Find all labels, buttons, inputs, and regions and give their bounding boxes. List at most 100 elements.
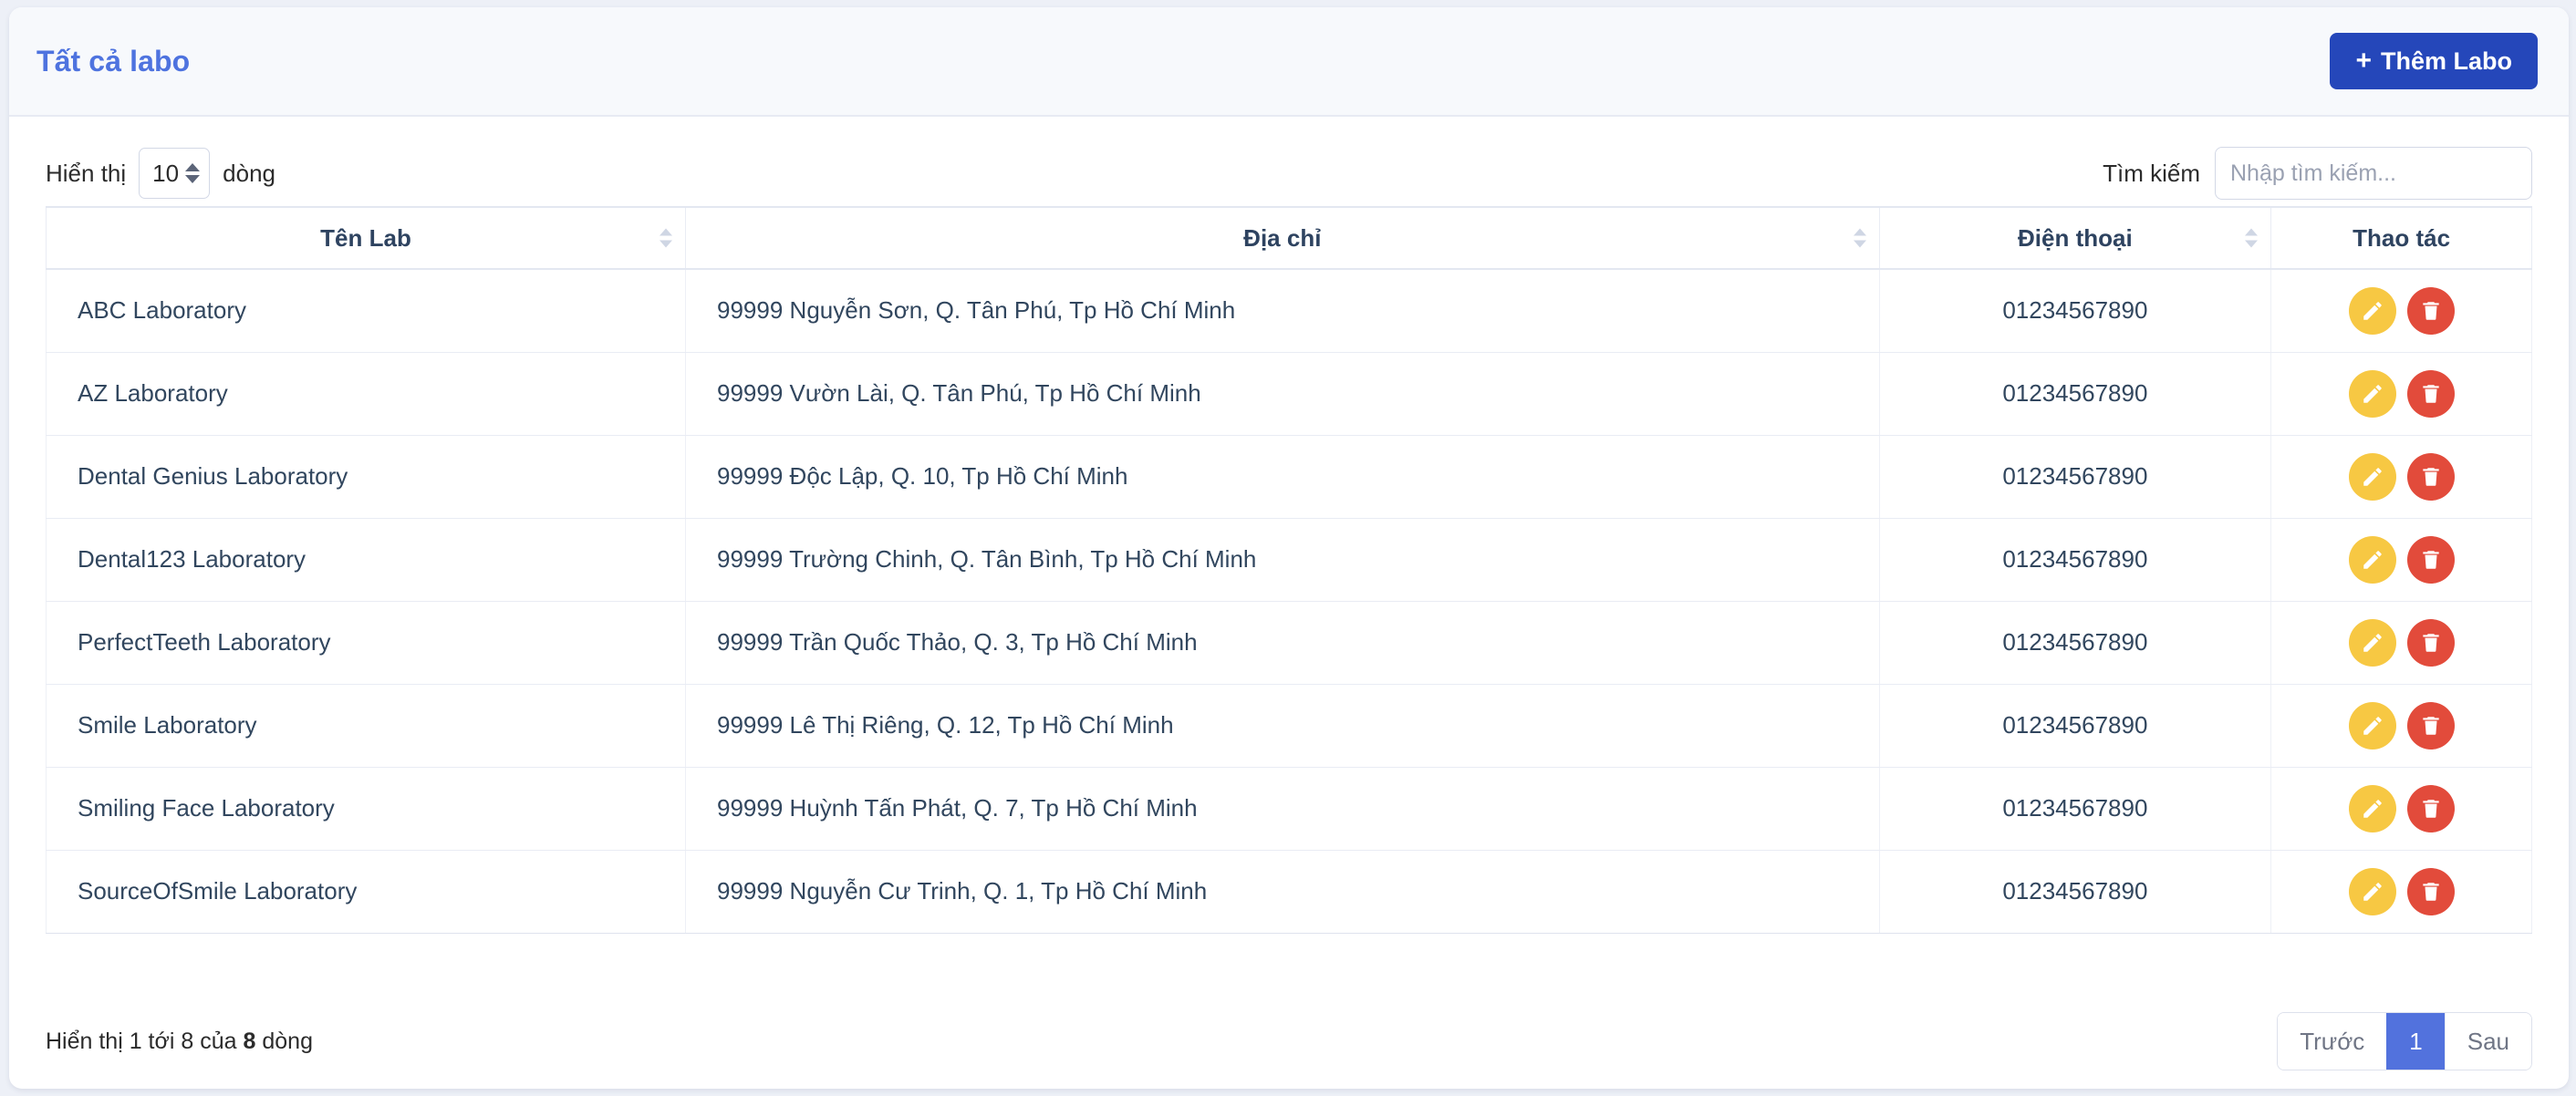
cell-address: 99999 Độc Lập, Q. 10, Tp Hồ Chí Minh [685,435,1880,519]
delete-row-button[interactable] [2406,867,2455,915]
card-body: Hiển thị 102550100 dòng Tìm kiếm [9,117,2569,994]
cell-actions [2270,435,2532,519]
cell-address: 99999 Trường Chinh, Q. Tân Bình, Tp Hồ C… [685,518,1880,602]
table-toolbar: Hiển thị 102550100 dòng Tìm kiếm [46,140,2532,206]
pagination-next-button[interactable]: Sau [2444,1013,2531,1070]
table-body: ABC Laboratory 99999 Nguyễn Sơn, Q. Tân P… [45,269,2532,934]
delete-row-button[interactable] [2406,618,2455,667]
edit-row-button[interactable] [2348,535,2396,584]
table-row: PerfectTeeth Laboratory 99999 Trần Quốc T… [45,601,2532,685]
pencil-icon [2361,548,2384,572]
edit-row-button[interactable] [2348,618,2396,667]
sort-icon [660,228,673,248]
cell-lab-name: Dental Genius Laboratory [45,435,686,519]
cell-lab-name: Smile Laboratory [45,684,686,768]
delete-row-button[interactable] [2406,452,2455,501]
edit-row-button[interactable] [2348,867,2396,915]
cell-address: 99999 Lê Thị Riêng, Q. 12, Tp Hồ Chí Min… [685,684,1880,768]
column-header-address[interactable]: Địa chỉ [685,206,1880,270]
column-header-name[interactable]: Tên Lab [45,206,686,270]
cell-address: 99999 Vườn Lài, Q. Tân Phú, Tp Hồ Chí Mi… [685,352,1880,436]
labs-card: Tất cả labo + Thêm Labo Hiển thị 1025501… [9,7,2569,1089]
cell-actions [2270,850,2532,934]
pagination-page-button-1[interactable]: 1 [2386,1013,2445,1070]
delete-row-button[interactable] [2406,369,2455,418]
plus-icon: + [2355,46,2372,76]
card-footer: Hiển thị 1 tới 8 của 8 dòng Trước 1 Sau [9,994,2569,1089]
search-input[interactable] [2215,147,2532,200]
page-title: Tất cả labo [36,44,191,78]
column-header-actions: Thao tác [2270,206,2532,270]
page-length-control: Hiển thị 102550100 dòng [46,148,275,199]
trash-icon [2419,548,2443,572]
edit-row-button[interactable] [2348,452,2396,501]
column-header-name-label: Tên Lab [320,223,411,252]
edit-row-button[interactable] [2348,701,2396,750]
page-length-select[interactable]: 102550100 [139,148,211,199]
edit-row-button[interactable] [2348,784,2396,832]
row-action-group [2302,535,2500,584]
pencil-icon [2361,382,2384,406]
cell-phone: 01234567890 [1878,352,2271,436]
row-action-group [2302,452,2500,501]
cell-phone: 01234567890 [1878,518,2271,602]
cell-lab-name: AZ Laboratory [45,352,686,436]
row-action-group [2302,369,2500,418]
table-row: ABC Laboratory 99999 Nguyễn Sơn, Q. Tân P… [45,269,2532,353]
cell-address: 99999 Nguyễn Cư Trinh, Q. 1, Tp Hồ Chí M… [685,850,1880,934]
search-label: Tìm kiếm [2103,159,2200,187]
cell-phone: 01234567890 [1878,269,2271,353]
edit-row-button[interactable] [2348,286,2396,335]
cell-lab-name: PerfectTeeth Laboratory [45,601,686,685]
page-length-label-after: dòng [223,159,275,187]
column-header-phone[interactable]: Điện thoại [1878,206,2271,270]
table-header-row: Tên Lab Địa chỉ Điện thoại Thao tác [45,206,2532,270]
cell-phone: 01234567890 [1878,850,2271,934]
pencil-icon [2361,299,2384,323]
cell-phone: 01234567890 [1878,767,2271,851]
row-action-group [2302,701,2500,750]
page-length-select-wrap: 102550100 [139,148,211,199]
trash-icon [2419,880,2443,904]
row-action-group [2302,784,2500,832]
pencil-icon [2361,631,2384,655]
delete-row-button[interactable] [2406,784,2455,832]
table-row: Smile Laboratory 99999 Lê Thị Riêng, Q. 1… [45,684,2532,768]
table-row: SourceOfSmile Laboratory 99999 Nguyễn Cư … [45,850,2532,934]
trash-icon [2419,465,2443,489]
row-action-group [2302,867,2500,915]
cell-actions [2270,684,2532,768]
pencil-icon [2361,797,2384,821]
delete-row-button[interactable] [2406,535,2455,584]
column-header-address-label: Địa chỉ [1243,223,1322,252]
cell-phone: 01234567890 [1878,684,2271,768]
cell-actions [2270,269,2532,353]
table-row: Dental123 Laboratory 99999 Trường Chinh, … [45,518,2532,602]
search-control: Tìm kiếm [2103,147,2532,200]
cell-address: 99999 Huỳnh Tấn Phát, Q. 7, Tp Hồ Chí Mi… [685,767,1880,851]
row-action-group [2302,618,2500,667]
column-header-actions-label: Thao tác [2353,223,2451,252]
delete-row-button[interactable] [2406,286,2455,335]
card-header: Tất cả labo + Thêm Labo [9,7,2569,117]
pagination: Trước 1 Sau [2277,1012,2532,1070]
labs-table-wrap: Tên Lab Địa chỉ Điện thoại Thao tác ABC … [45,206,2532,994]
pencil-icon [2361,465,2384,489]
trash-icon [2419,797,2443,821]
cell-lab-name: SourceOfSmile Laboratory [45,850,686,934]
edit-row-button[interactable] [2348,369,2396,418]
sort-icon [2245,228,2259,248]
labs-table: Tên Lab Địa chỉ Điện thoại Thao tác ABC … [45,206,2532,934]
cell-actions [2270,601,2532,685]
table-info-suffix: dòng [262,1028,313,1054]
trash-icon [2419,631,2443,655]
column-header-phone-label: Điện thoại [2018,223,2133,252]
page-length-label-before: Hiển thị [46,159,127,187]
table-row: Dental Genius Laboratory 99999 Độc Lập, Q… [45,435,2532,519]
cell-phone: 01234567890 [1878,435,2271,519]
delete-row-button[interactable] [2406,701,2455,750]
cell-address: 99999 Nguyễn Sơn, Q. Tân Phú, Tp Hồ Chí … [685,269,1880,353]
add-lab-button-label: Thêm Labo [2380,47,2512,75]
add-lab-button[interactable]: + Thêm Labo [2330,33,2538,89]
pagination-prev-button[interactable]: Trước [2278,1013,2387,1070]
